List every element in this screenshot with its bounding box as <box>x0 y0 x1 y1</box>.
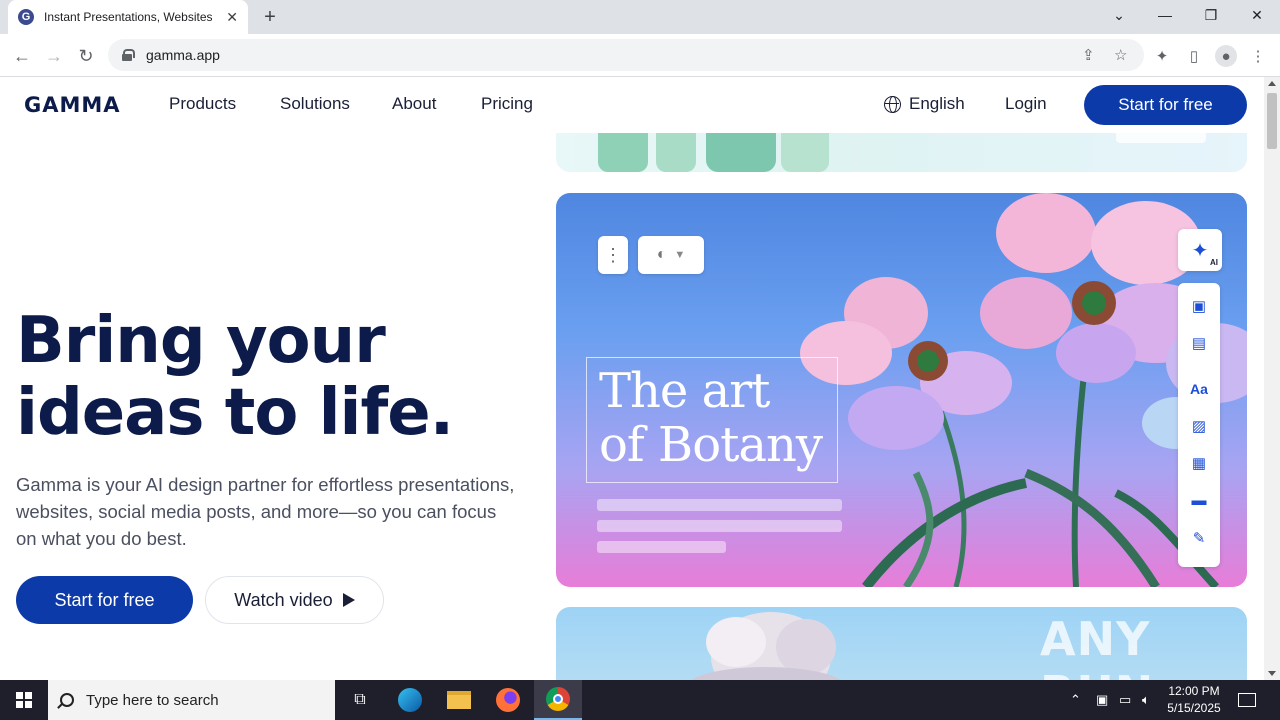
taskbar-clock[interactable]: 12:00 PM 5/15/2025 <box>1160 683 1228 717</box>
start-for-free-button[interactable]: Start for free <box>16 576 193 624</box>
clock-time: 12:00 PM <box>1168 684 1220 698</box>
search-icon <box>60 693 74 707</box>
anyrun-watermark: ANY RUN <box>1040 612 1153 680</box>
url-text: gamma.app <box>146 47 220 63</box>
bookmark-star-icon[interactable]: ☆ <box>1114 46 1127 64</box>
image-icon[interactable]: ▨ <box>1190 417 1208 435</box>
start-for-free-header-button[interactable]: Start for free <box>1084 85 1247 125</box>
file-explorer-icon[interactable] <box>435 680 483 720</box>
lock-icon <box>122 49 135 61</box>
side-panel-icon[interactable]: ▯ <box>1183 45 1205 67</box>
tab-title: Instant Presentations, Websites, <box>44 10 212 24</box>
edge-icon[interactable] <box>386 680 434 720</box>
nav-about[interactable]: About <box>392 94 436 114</box>
taskbar-search-placeholder: Type here to search <box>86 691 219 709</box>
address-bar[interactable]: gamma.app ⇪ ☆ <box>108 39 1144 71</box>
art-title-line1: The art <box>599 363 770 419</box>
browser-tab[interactable]: G Instant Presentations, Websites, ✕ <box>8 0 248 34</box>
clock-date: 5/15/2025 <box>1167 701 1221 715</box>
scrollbar-thumb[interactable] <box>1267 93 1277 149</box>
share-icon[interactable]: ⇪ <box>1082 46 1095 64</box>
nav-solutions[interactable]: Solutions <box>280 94 350 114</box>
palette-icon: ◐ <box>656 246 667 263</box>
text-placeholder-line <box>597 499 842 511</box>
forward-button[interactable]: → <box>41 43 67 69</box>
language-label: English <box>909 94 965 113</box>
start-button[interactable] <box>0 680 48 720</box>
browser-toolbar: ← → ↻ gamma.app ⇪ ☆ ✦ ▯ ● ⋮ <box>0 34 1280 77</box>
page-scrollbar[interactable] <box>1264 77 1280 680</box>
tab-search-chevron-icon[interactable]: ⌄ <box>1096 0 1142 30</box>
chrome-icon[interactable] <box>534 680 582 720</box>
browser-tabbar: G Instant Presentations, Websites, ✕ + ⌄… <box>0 0 1280 34</box>
task-view-icon[interactable]: ⧉ <box>336 680 384 720</box>
nav-products[interactable]: Products <box>169 94 236 114</box>
embed-icon[interactable]: ▬ <box>1190 491 1208 509</box>
scroll-down-icon[interactable] <box>1268 671 1276 676</box>
chevron-down-icon: ▼ <box>674 249 686 261</box>
ai-badge: AI <box>1210 258 1218 267</box>
nav-pricing[interactable]: Pricing <box>481 94 533 114</box>
hero-title-line1: Bring your <box>16 304 386 378</box>
notifications-icon[interactable] <box>1238 680 1256 720</box>
video-icon[interactable]: ▦ <box>1190 454 1208 472</box>
windows-taskbar: Type here to search ⧉ ⌃ ▣ ▭ 🔈︎ 12:00 PM … <box>0 680 1280 720</box>
sparkle-icon: ✦ <box>1191 239 1209 262</box>
hero-title-line2: ideas to life. <box>16 376 454 450</box>
volume-icon[interactable]: 🔈︎ <box>1142 680 1150 720</box>
close-window-button[interactable]: ✕ <box>1234 0 1280 30</box>
windows-logo-icon <box>16 692 32 708</box>
restore-button[interactable]: ❐ <box>1188 0 1234 30</box>
site-header: GAMMA Products Solutions About Pricing E… <box>0 77 1264 133</box>
taskbar-search[interactable]: Type here to search <box>48 680 335 720</box>
profile-avatar-icon[interactable]: ● <box>1215 45 1237 67</box>
login-link[interactable]: Login <box>1005 94 1047 114</box>
tray-chevron-icon[interactable]: ⌃ <box>1070 680 1081 720</box>
text-placeholder-line <box>597 520 842 532</box>
gamma-favicon-icon: G <box>18 9 34 25</box>
edit-icon[interactable]: ✎ <box>1190 529 1208 547</box>
watch-video-label: Watch video <box>234 589 333 610</box>
extensions-icon[interactable]: ✦ <box>1151 45 1173 67</box>
ai-sparkle-button[interactable]: ✦ AI <box>1178 229 1222 271</box>
art-title-line2: of Botany <box>599 417 823 473</box>
showcase-card-botany: ⋮ ◐ ▼ The art of Botany ✦ AI ▣ ▤ Aa ▨ ▦ … <box>556 193 1247 587</box>
language-selector[interactable]: English <box>884 94 965 114</box>
botany-card-title[interactable]: The art of Botany <box>586 357 838 483</box>
more-options-icon[interactable]: ⋮ <box>598 236 628 274</box>
add-card-icon[interactable]: ▣ <box>1190 297 1208 315</box>
new-tab-button[interactable]: + <box>258 5 282 29</box>
layout-icon[interactable]: ▤ <box>1190 334 1208 352</box>
text-placeholder-line <box>597 541 726 553</box>
play-icon <box>342 593 355 607</box>
network-icon[interactable]: ▭ <box>1119 680 1131 720</box>
text-style-icon[interactable]: Aa <box>1190 380 1208 398</box>
back-button[interactable]: ← <box>9 43 35 69</box>
globe-icon <box>884 95 901 113</box>
webpage: GAMMA Products Solutions About Pricing E… <box>0 77 1264 680</box>
minimize-button[interactable]: — <box>1142 0 1188 30</box>
theme-palette-button[interactable]: ◐ ▼ <box>638 236 704 274</box>
tab-close-icon[interactable]: ✕ <box>226 9 238 26</box>
tray-device-icon[interactable]: ▣ <box>1096 680 1108 720</box>
scroll-up-icon[interactable] <box>1268 81 1276 86</box>
gamma-logo[interactable]: GAMMA <box>24 93 121 117</box>
browser-menu-icon[interactable]: ⋮ <box>1247 45 1269 67</box>
firefox-icon[interactable] <box>484 680 532 720</box>
watch-video-button[interactable]: Watch video <box>205 576 384 624</box>
hero-title: Bring your ideas to life. <box>16 305 536 449</box>
reload-button[interactable]: ↻ <box>73 43 99 69</box>
editor-side-toolbar: ▣ ▤ Aa ▨ ▦ ▬ ✎ <box>1178 283 1220 567</box>
hero-subtitle: Gamma is your AI design partner for effo… <box>16 474 515 549</box>
